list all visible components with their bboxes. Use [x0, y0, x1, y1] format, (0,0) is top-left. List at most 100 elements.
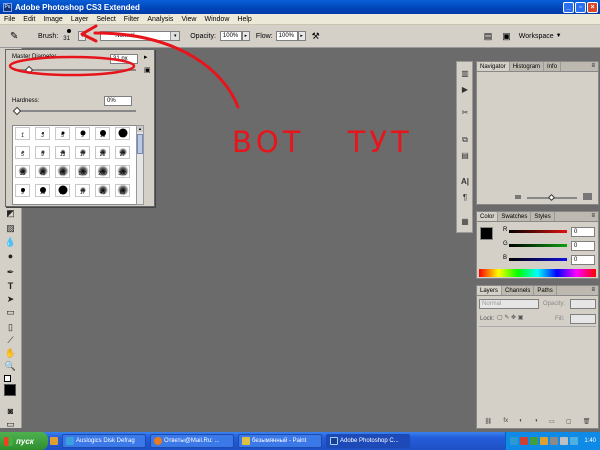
layer-mask-icon[interactable]: ◐ — [519, 418, 523, 424]
menu-edit[interactable]: Edit — [19, 16, 39, 23]
brush-preset[interactable]: 9 — [75, 127, 90, 140]
eyedropper-tool-icon[interactable]: ⟋ — [4, 335, 17, 346]
layer-comps-icon[interactable]: ✂ — [459, 107, 471, 119]
airbrush-icon[interactable]: ⚒ — [312, 31, 320, 42]
menu-analysis[interactable]: Analysis — [143, 16, 177, 23]
navigator-zoom-slider[interactable] — [527, 193, 577, 202]
flow-dropdown-arrow[interactable]: ▸ — [297, 31, 306, 41]
save-preset-icon[interactable]: ▣ — [144, 66, 151, 74]
brush-preset[interactable]: 45 — [95, 184, 110, 197]
pen-tool-icon[interactable]: ✒ — [4, 267, 17, 278]
brush-preset[interactable]: 65 — [115, 184, 130, 197]
brushes-panel-icon[interactable]: ▥ — [459, 68, 471, 80]
new-layer-icon[interactable]: ▢ — [566, 418, 572, 425]
brush-preset[interactable]: 35 — [15, 165, 30, 178]
actions-panel-icon[interactable]: ▦ — [459, 216, 471, 228]
workspace-button[interactable]: Workspace ▼ — [519, 33, 562, 40]
history-panel-icon[interactable]: ▤ — [459, 150, 471, 162]
tray-icon[interactable] — [550, 437, 559, 445]
menu-image[interactable]: Image — [39, 16, 66, 23]
brush-preset[interactable]: 13 — [35, 184, 50, 197]
tab-info[interactable]: Info — [544, 62, 562, 71]
gradient-tool-icon[interactable]: ▨ — [4, 223, 17, 234]
menu-filter[interactable]: Filter — [120, 16, 144, 23]
menu-layer[interactable]: Layer — [67, 16, 93, 23]
brush-preset[interactable]: 9 — [15, 184, 30, 197]
brush-preset[interactable]: 300 — [115, 165, 130, 178]
palette-well-icon[interactable]: ▤ — [484, 31, 493, 42]
channel-value-field[interactable]: 0 — [571, 255, 595, 265]
popup-menu-arrow-icon[interactable]: ▸ — [144, 53, 148, 61]
scroll-thumb[interactable] — [137, 134, 143, 154]
brush-preset[interactable]: 200 — [95, 165, 110, 178]
minimize-button[interactable]: _ — [563, 1, 574, 13]
menu-help[interactable]: Help — [233, 16, 255, 23]
maximize-button[interactable]: ▫ — [575, 1, 586, 13]
tab-paths[interactable]: Paths — [534, 286, 557, 295]
tab-channels[interactable]: Channels — [502, 286, 535, 295]
color-spectrum-bar[interactable] — [479, 269, 596, 277]
mode-select[interactable]: Normal ▾ — [100, 31, 181, 41]
zoom-out-icon[interactable] — [515, 195, 521, 199]
channel-slider[interactable] — [509, 230, 567, 233]
layer-style-icon[interactable]: fx — [503, 418, 508, 424]
menu-file[interactable]: File — [0, 16, 19, 23]
task-auslogics[interactable]: Auslogics Disk Defrag — [62, 434, 146, 448]
hardness-field[interactable]: 0% — [104, 96, 132, 106]
close-button[interactable]: × — [587, 1, 598, 13]
opacity-dropdown-arrow[interactable]: ▸ — [241, 31, 250, 41]
brush-preset[interactable]: 27 — [115, 146, 130, 159]
adjustment-layer-icon[interactable]: ◑ — [534, 418, 538, 424]
link-layers-icon[interactable]: ⛓ — [485, 418, 493, 425]
path-selection-tool-icon[interactable]: ➤ — [4, 294, 17, 305]
master-diameter-slider-thumb[interactable] — [24, 65, 33, 75]
brush-preset[interactable]: 3 — [35, 127, 50, 140]
volume-icon[interactable] — [560, 437, 569, 445]
channel-value-field[interactable]: 0 — [571, 241, 595, 251]
default-colors-icon[interactable] — [4, 375, 11, 382]
brush-preset[interactable]: 19 — [55, 184, 70, 197]
blur-tool-icon[interactable]: 💧 — [4, 237, 17, 248]
quick-launch-icon[interactable] — [50, 437, 58, 445]
panel-menu-icon[interactable]: ≡ — [588, 212, 598, 221]
task-photoshop[interactable]: Adobe Photoshop C... — [326, 434, 410, 448]
foreground-color-swatch[interactable] — [4, 384, 16, 396]
task-mail-ru[interactable]: Ответы@Mail.Ru: ... — [150, 434, 234, 448]
tab-histogram[interactable]: Histogram — [510, 62, 545, 71]
delete-layer-icon[interactable]: 🗑 — [583, 418, 591, 425]
brush-preset[interactable]: 17 — [75, 184, 90, 197]
tab-navigator[interactable]: Navigator — [477, 62, 510, 71]
brush-preset[interactable]: 65 — [55, 165, 70, 178]
new-group-icon[interactable]: ▭ — [549, 418, 555, 425]
menu-select[interactable]: Select — [92, 16, 119, 23]
bridge-icon[interactable]: ▣ — [502, 31, 511, 42]
hardness-slider-thumb[interactable] — [12, 106, 22, 116]
zoom-tool-icon[interactable]: 🔍 — [4, 361, 17, 372]
shape-tool-icon[interactable]: ▭ — [4, 307, 17, 318]
tab-layers[interactable]: Layers — [477, 286, 503, 295]
scroll-up-icon[interactable]: ▲ — [137, 126, 143, 132]
dodge-tool-icon[interactable]: ● — [4, 251, 17, 262]
opacity-field[interactable]: 100% — [219, 31, 242, 41]
brush-preset[interactable]: 9 — [35, 146, 50, 159]
lock-icons[interactable]: ▢ ✎ ✥ ▣ — [497, 314, 523, 321]
brush-preset[interactable]: 21 — [95, 146, 110, 159]
brush-preset[interactable]: 45 — [35, 165, 50, 178]
panel-menu-icon[interactable]: ≡ — [588, 286, 598, 295]
channel-slider[interactable] — [509, 244, 567, 247]
eraser-tool-icon[interactable]: ◩ — [4, 208, 17, 219]
hardness-slider[interactable] — [12, 106, 136, 116]
zoom-in-icon[interactable] — [583, 193, 592, 200]
brush-picker-dropdown-arrow[interactable]: ▾ — [78, 31, 87, 41]
character-panel-icon[interactable]: A| — [459, 176, 471, 188]
channel-value-field[interactable]: 0 — [571, 227, 595, 237]
color-foreground-swatch[interactable] — [480, 227, 493, 240]
panel-menu-icon[interactable]: ≡ — [588, 62, 598, 71]
menu-window[interactable]: Window — [200, 16, 233, 23]
menu-view[interactable]: View — [177, 16, 200, 23]
layers-opacity-field[interactable] — [570, 299, 596, 309]
brush-preset[interactable]: 100 — [75, 165, 90, 178]
fill-field[interactable] — [570, 314, 596, 324]
brush-preset[interactable]: 17 — [75, 146, 90, 159]
tool-presets-icon[interactable]: ▶ — [459, 84, 471, 96]
